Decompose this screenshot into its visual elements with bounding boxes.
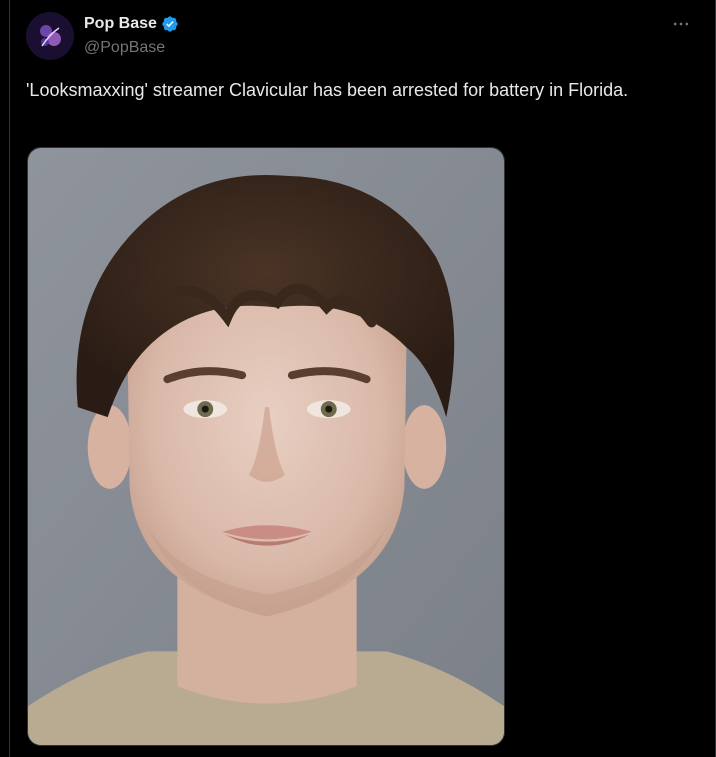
avatar[interactable] [26, 12, 74, 60]
verified-badge-icon [161, 15, 179, 33]
mugshot-photo [28, 148, 504, 745]
more-options-icon [673, 22, 689, 26]
more-options-button[interactable] [664, 12, 698, 36]
author-name-row: Pop Base [84, 14, 179, 34]
author-display-name[interactable]: Pop Base [84, 14, 157, 34]
author-handle[interactable]: @PopBase [84, 38, 165, 58]
pop-base-logo-icon [26, 12, 74, 60]
tweet-photo[interactable] [27, 147, 505, 746]
tweet-text: 'Looksmaxxing' streamer Clavicular has b… [26, 80, 629, 100]
